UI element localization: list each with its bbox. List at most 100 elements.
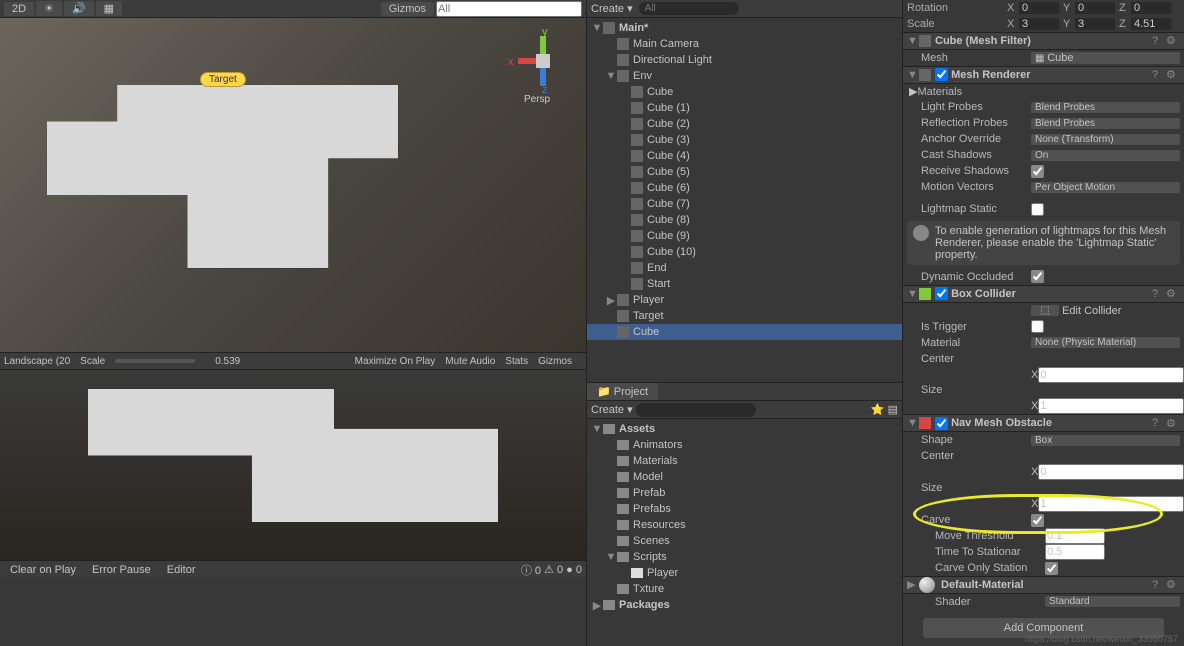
nav-mesh-obstacle-header[interactable]: ▼ Nav Mesh Obstacle ?⚙ [903,414,1184,432]
materials-label[interactable]: Materials [917,86,1027,98]
project-search[interactable] [636,403,756,417]
scale-y[interactable] [1075,18,1115,30]
carve-checkbox[interactable] [1031,514,1044,527]
nmo-center-x[interactable] [1038,464,1184,480]
box-collider-header[interactable]: ▼ Box Collider ?⚙ [903,285,1184,303]
lighting-toggle[interactable]: ☀ [36,1,62,16]
project-item[interactable]: Scenes [587,533,902,549]
hierarchy-item[interactable]: ▼Env [587,68,902,84]
hierarchy-item[interactable]: Cube (3) [587,132,902,148]
clear-on-play-toggle[interactable]: Clear on Play [4,563,82,577]
project-item[interactable]: Prefab [587,485,902,501]
error-count[interactable]: ● 0 [566,564,582,576]
anchor-override-field[interactable]: None (Transform) [1031,134,1180,145]
project-create-dropdown[interactable]: Create ▾ [591,403,633,416]
receive-shadows-checkbox[interactable] [1031,165,1044,178]
dynamic-occluded-checkbox[interactable] [1031,270,1044,283]
hierarchy-item[interactable]: Cube (7) [587,196,902,212]
time-to-stationary-input[interactable] [1045,544,1105,560]
carve-only-stationary-checkbox[interactable] [1045,562,1058,575]
project-item[interactable]: Player [587,565,902,581]
shape-dropdown[interactable]: Box [1031,435,1180,446]
hierarchy-item[interactable]: ▼Main* [587,20,902,36]
layout-icon[interactable]: ▤ [888,403,898,416]
box-collider-enabled[interactable] [935,287,948,300]
cast-shadows-dropdown[interactable]: On [1031,150,1180,161]
gizmos-dropdown[interactable]: Gizmos [381,2,434,16]
hierarchy-item[interactable]: Cube (2) [587,116,902,132]
bc-size-x[interactable] [1038,398,1184,414]
project-item[interactable]: Resources [587,517,902,533]
mesh-filter-header[interactable]: ▼ Cube (Mesh Filter) ?⚙ [903,32,1184,50]
scene-search[interactable] [436,1,582,17]
info-count[interactable]: ⓘ 0 [521,562,541,578]
mode-2d-button[interactable]: 2D [4,2,34,16]
project-item[interactable]: Txture [587,581,902,597]
hierarchy-item[interactable]: Cube [587,84,902,100]
physic-material-field[interactable]: None (Physic Material) [1031,337,1180,348]
motion-vectors-dropdown[interactable]: Per Object Motion [1031,182,1180,193]
mesh-renderer-header[interactable]: ▼ Mesh Renderer ?⚙ [903,66,1184,84]
rotation-y[interactable] [1075,2,1115,14]
aspect-dropdown[interactable]: Landscape (20 [4,356,70,367]
project-item[interactable]: Animators [587,437,902,453]
hierarchy-item[interactable]: Cube (4) [587,148,902,164]
gear-icon[interactable]: ⚙ [1166,68,1180,81]
hierarchy-item[interactable]: Target [587,308,902,324]
hierarchy-item[interactable]: Cube (1) [587,100,902,116]
hierarchy-item[interactable]: Main Camera [587,36,902,52]
hierarchy-item[interactable]: Cube (8) [587,212,902,228]
gear-icon[interactable]: ⚙ [1166,578,1180,591]
fx-toggle[interactable]: ▦ [96,1,122,16]
hierarchy-item[interactable]: Directional Light [587,52,902,68]
warn-count[interactable]: ⚠ 0 [544,563,563,576]
reflection-probes-dropdown[interactable]: Blend Probes [1031,118,1180,129]
shader-dropdown[interactable]: Standard [1045,596,1180,607]
scale-slider[interactable] [115,359,195,363]
hierarchy-item[interactable]: ▶Player [587,292,902,308]
error-pause-toggle[interactable]: Error Pause [86,563,157,577]
hierarchy-search[interactable] [639,2,739,15]
gizmos-toggle[interactable]: Gizmos [538,356,572,367]
hierarchy-item[interactable]: Start [587,276,902,292]
help-icon[interactable]: ? [1152,288,1166,300]
maximize-toggle[interactable]: Maximize On Play [355,356,436,367]
create-dropdown[interactable]: Create ▾ [591,2,633,15]
project-tree[interactable]: ▼AssetsAnimatorsMaterialsModelPrefabPref… [587,419,902,646]
mesh-field[interactable]: ▦ Cube [1031,52,1180,64]
project-item[interactable]: Prefabs [587,501,902,517]
project-item[interactable]: ▶Packages [587,597,902,613]
orientation-gizmo[interactable]: y x z Persp [518,36,568,106]
projection-label[interactable]: Persp [524,94,550,105]
hierarchy-item[interactable]: Cube [587,324,902,340]
light-probes-dropdown[interactable]: Blend Probes [1031,102,1180,113]
help-icon[interactable]: ? [1152,579,1166,591]
hierarchy-item[interactable]: End [587,260,902,276]
audio-toggle[interactable]: 🔊 [64,1,94,16]
rotation-x[interactable] [1019,2,1059,14]
project-item[interactable]: Materials [587,453,902,469]
help-icon[interactable]: ? [1152,69,1166,81]
scene-view[interactable]: Target y x z Persp [0,18,586,352]
edit-collider-button[interactable]: ⬚ [1031,305,1059,316]
nav-mesh-obstacle-enabled[interactable] [935,417,948,430]
gear-icon[interactable]: ⚙ [1166,417,1180,430]
move-threshold-input[interactable] [1045,528,1105,544]
favorites-icon[interactable]: ⭐ [871,403,885,416]
hierarchy-item[interactable]: Cube (10) [587,244,902,260]
material-header[interactable]: ▶ Default-Material ?⚙ [903,576,1184,594]
scale-x[interactable] [1019,18,1059,30]
rotation-z[interactable] [1131,2,1171,14]
stats-toggle[interactable]: Stats [505,356,528,367]
hierarchy-item[interactable]: Cube (6) [587,180,902,196]
gear-icon[interactable]: ⚙ [1166,287,1180,300]
mute-toggle[interactable]: Mute Audio [445,356,495,367]
is-trigger-checkbox[interactable] [1031,320,1044,333]
project-item[interactable]: Model [587,469,902,485]
project-item[interactable]: ▼Scripts [587,549,902,565]
project-tab[interactable]: 📁 Project [587,383,658,400]
help-icon[interactable]: ? [1152,417,1166,429]
hierarchy-item[interactable]: Cube (5) [587,164,902,180]
bc-center-x[interactable] [1038,367,1184,383]
lightmap-static-checkbox[interactable] [1031,203,1044,216]
